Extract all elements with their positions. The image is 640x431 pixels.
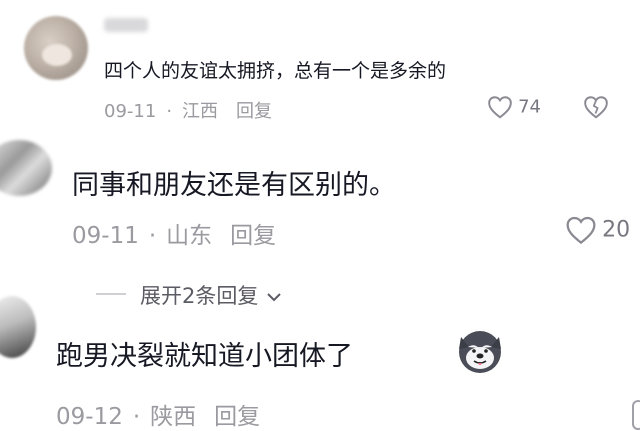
expand-replies-button[interactable]: 展开2条回复 [140, 280, 283, 310]
comment-meta: 09-11 · 江西 回复 [104, 97, 272, 123]
heart-outline-icon [566, 216, 596, 245]
dislike-button[interactable] [583, 95, 609, 123]
comment-text: 四个人的友谊太拥挤，总有一个是多余的 [104, 60, 447, 82]
avatar[interactable] [0, 296, 36, 358]
comment-text: 同事和朋友还是有区别的。 [72, 170, 396, 201]
separator-dot: · [166, 101, 173, 122]
like-button-partial[interactable] [632, 400, 640, 430]
avatar[interactable] [0, 140, 52, 196]
reply-button[interactable]: 回复 [236, 101, 272, 122]
reply-button[interactable]: 回复 [214, 404, 260, 430]
comment-date: 09-11 [104, 101, 157, 122]
like-count: 20 [602, 217, 631, 243]
reply-button[interactable]: 回复 [230, 223, 276, 249]
comment-date: 09-12 [56, 404, 123, 430]
comment-meta: 09-12 · 陕西 回复 [56, 397, 260, 431]
husky-dog-emoji [459, 331, 501, 373]
avatar[interactable] [24, 16, 88, 80]
username-blurred[interactable] [104, 18, 148, 32]
separator-dot: · [132, 404, 141, 430]
comment-location: 江西 [182, 101, 219, 122]
expand-replies-label: 展开2条回复 [140, 284, 259, 308]
comment-text: 跑男决裂就知道小团体了 [56, 341, 353, 372]
separator-dot: · [148, 223, 157, 249]
comment-meta: 09-11 · 山东 回复 [72, 216, 276, 250]
like-count: 74 [518, 96, 541, 118]
heart-outline-icon [488, 96, 512, 119]
like-button[interactable]: 20 [565, 215, 630, 245]
comment-location: 山东 [166, 223, 213, 249]
broken-heart-icon [584, 96, 608, 119]
comment-location: 陕西 [150, 404, 197, 430]
like-button[interactable]: 74 [487, 95, 541, 119]
divider [96, 293, 126, 295]
comment-date: 09-11 [72, 223, 139, 249]
chevron-down-icon [267, 293, 281, 302]
